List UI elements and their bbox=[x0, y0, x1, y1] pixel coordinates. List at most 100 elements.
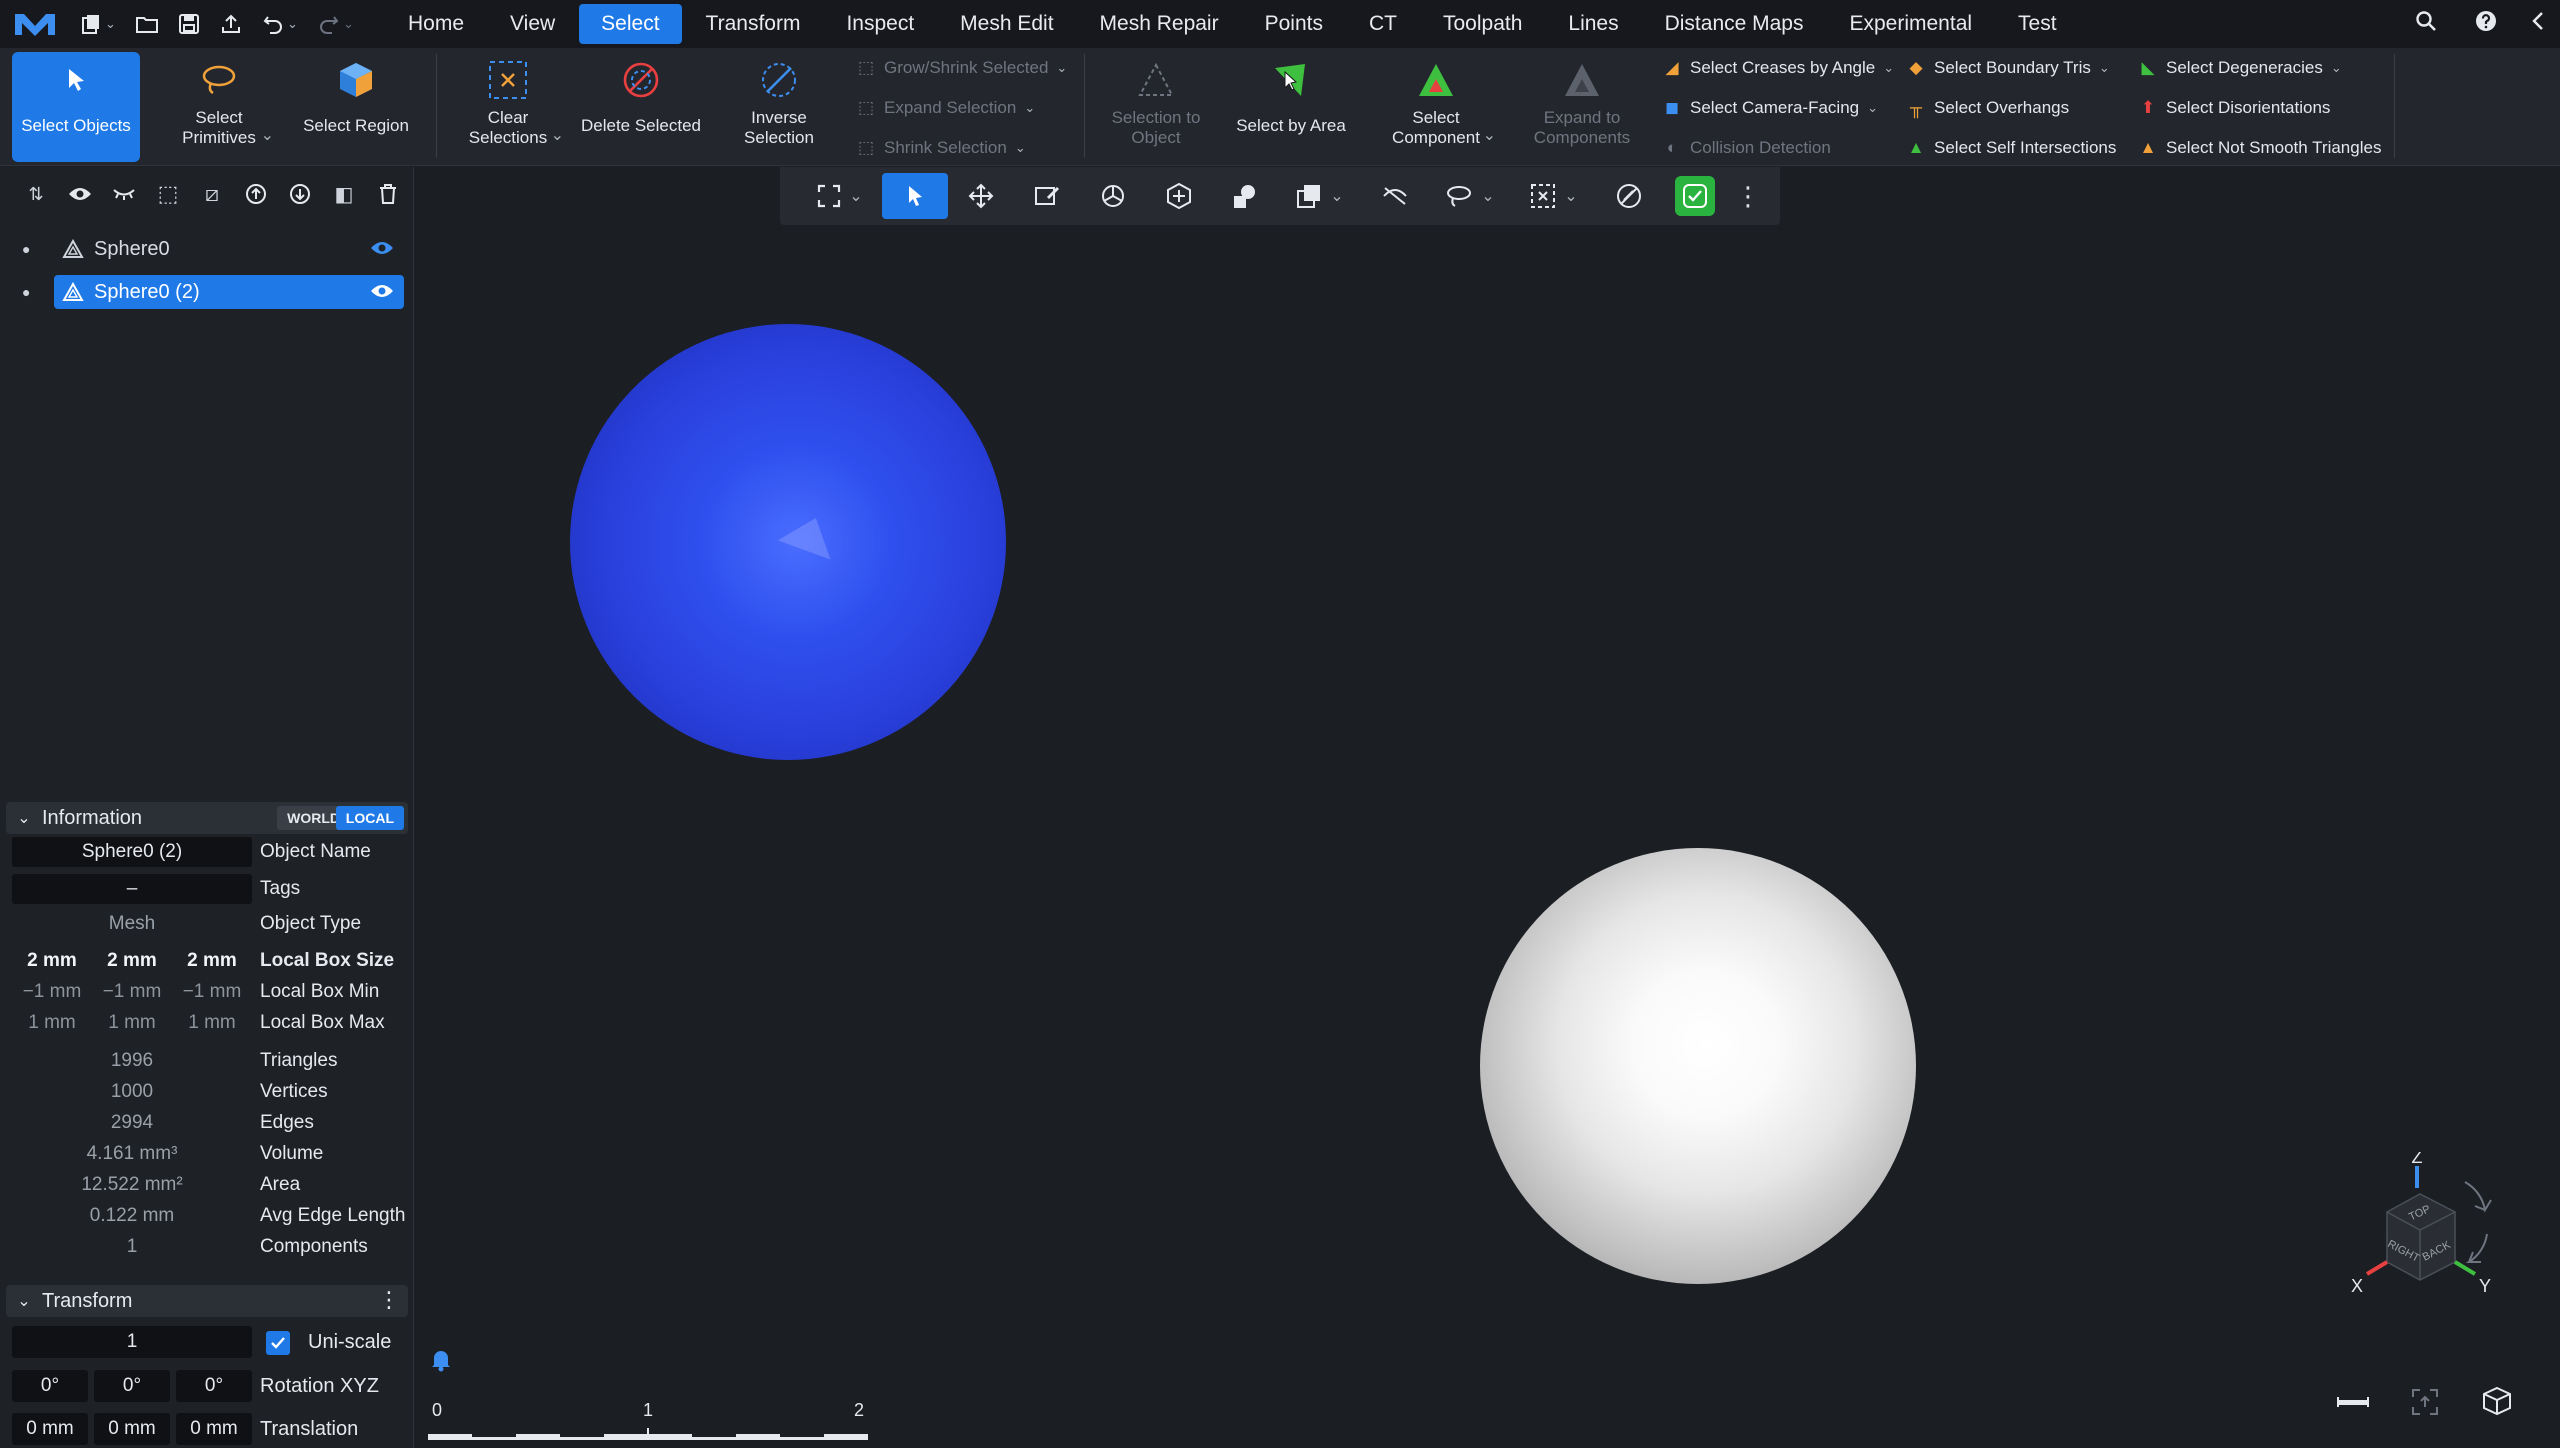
paint-select-button[interactable] bbox=[1014, 173, 1080, 219]
transform-header[interactable]: ⌄ Transform ⋮ bbox=[6, 1285, 408, 1317]
move-up-button[interactable] bbox=[234, 174, 278, 214]
translation-y-input[interactable]: 0 mm bbox=[94, 1413, 170, 1445]
visibility-eye-icon[interactable] bbox=[370, 239, 394, 262]
search-button[interactable] bbox=[2396, 10, 2456, 39]
clear-selections-button[interactable]: Clear Selections ⌄ bbox=[448, 52, 568, 162]
scene-tree-item[interactable]: ● Sphere0 (2) bbox=[0, 274, 414, 310]
hide-selected-button[interactable] bbox=[1362, 173, 1428, 219]
grow-shrink-selected-button[interactable]: ⬚ Grow/Shrink Selected ⌄ bbox=[852, 50, 1067, 86]
save-button[interactable] bbox=[168, 0, 210, 48]
redo-button[interactable]: ⌄ bbox=[308, 0, 364, 48]
select-objects-button[interactable]: Select Objects bbox=[12, 52, 140, 162]
select-not-smooth-triangles-button[interactable]: ▲ Select Not Smooth Triangles bbox=[2134, 130, 2382, 166]
menu-tab-home[interactable]: Home bbox=[386, 4, 486, 44]
menu-tab-transform[interactable]: Transform bbox=[684, 4, 823, 44]
primitive-shapes-button[interactable] bbox=[1212, 173, 1278, 219]
menu-tab-points[interactable]: Points bbox=[1243, 4, 1345, 44]
view-cube[interactable]: Z TOP RIGHT BACK X Y bbox=[2305, 1152, 2545, 1332]
select-component-button[interactable]: Select Component ⌄ bbox=[1366, 52, 1506, 162]
selection-to-object-button[interactable]: Selection to Object bbox=[1096, 52, 1216, 162]
scene-tree-row[interactable]: Sphere0 (2) bbox=[54, 275, 404, 309]
rotation-y-input[interactable]: 0° bbox=[94, 1370, 170, 1402]
clear-view-selection-button[interactable]: ⌄ bbox=[1512, 173, 1596, 219]
inverse-selection-label: Inverse Selection bbox=[744, 108, 814, 147]
move-down-button[interactable] bbox=[278, 174, 322, 214]
expand-to-components-button[interactable]: Expand to Components bbox=[1516, 52, 1648, 162]
menu-tab-mesh-repair[interactable]: Mesh Repair bbox=[1078, 4, 1241, 44]
select-primitives-button[interactable]: Select Primitives ⌄ bbox=[154, 52, 284, 162]
select-degeneracies-button[interactable]: ◣ Select Degeneracies ⌄ bbox=[2134, 50, 2341, 86]
menu-tab-select[interactable]: Select bbox=[579, 4, 682, 44]
select-self-intersections-button[interactable]: ▲ Select Self Intersections bbox=[1902, 130, 2117, 166]
menu-tab-inspect[interactable]: Inspect bbox=[824, 4, 936, 44]
3d-viewport[interactable]: Z TOP RIGHT BACK X Y bbox=[415, 167, 2560, 1448]
select-camera-facing-button[interactable]: ◼ Select Camera-Facing ⌄ bbox=[1658, 90, 1878, 126]
inverse-selection-button[interactable]: Inverse Selection bbox=[714, 52, 844, 162]
show-all-button[interactable] bbox=[58, 174, 102, 214]
no-filter-button[interactable] bbox=[1596, 173, 1662, 219]
menu-tab-mesh-edit[interactable]: Mesh Edit bbox=[938, 4, 1075, 44]
confirm-button[interactable] bbox=[1662, 173, 1728, 219]
delete-object-button[interactable] bbox=[366, 174, 410, 214]
menu-tab-view[interactable]: View bbox=[488, 4, 577, 44]
select-by-area-button[interactable]: Select by Area bbox=[1226, 52, 1356, 162]
export-button[interactable] bbox=[210, 0, 252, 48]
sphere-unselected[interactable] bbox=[1480, 848, 1916, 1284]
scene-tree-item[interactable]: ● Sphere0 bbox=[0, 231, 414, 267]
menu-tab-toolpath[interactable]: Toolpath bbox=[1421, 4, 1544, 44]
translation-z-input[interactable]: 0 mm bbox=[176, 1413, 252, 1445]
hide-all-button[interactable] bbox=[102, 174, 146, 214]
duplicate-button[interactable]: ⌄ bbox=[1278, 173, 1362, 219]
visibility-eye-icon[interactable] bbox=[370, 282, 394, 305]
orbit-button[interactable] bbox=[1080, 173, 1146, 219]
lasso-select-button[interactable]: ⌄ bbox=[1428, 173, 1512, 219]
menu-tab-test[interactable]: Test bbox=[1996, 4, 2079, 44]
scale-input[interactable]: 1 bbox=[12, 1326, 252, 1358]
expand-selection-button[interactable]: ⬚ Expand Selection ⌄ bbox=[852, 90, 1035, 126]
select-objects-label: Select Objects bbox=[21, 116, 131, 135]
triangles-label: Triangles bbox=[260, 1050, 338, 1071]
translation-x-input[interactable]: 0 mm bbox=[12, 1413, 88, 1445]
rotation-x-input[interactable]: 0° bbox=[12, 1370, 88, 1402]
help-button[interactable] bbox=[2456, 10, 2516, 39]
area-label: Area bbox=[260, 1174, 301, 1195]
uniscale-checkbox[interactable] bbox=[266, 1331, 290, 1355]
collision-detection-button[interactable]: ◐ Collision Detection bbox=[1658, 130, 1831, 166]
scene-tree-row[interactable]: Sphere0 bbox=[54, 232, 404, 266]
mirror-button[interactable]: ◧ bbox=[322, 174, 366, 214]
notifications-button[interactable] bbox=[430, 1348, 452, 1377]
object-name-input[interactable]: Sphere0 (2) bbox=[12, 837, 252, 867]
menu-tab-distance-maps[interactable]: Distance Maps bbox=[1643, 4, 1826, 44]
tags-input[interactable]: – bbox=[12, 874, 252, 904]
local-toggle[interactable]: LOCAL bbox=[335, 806, 404, 830]
snap-button[interactable] bbox=[1146, 173, 1212, 219]
more-options-icon[interactable]: ⋮ bbox=[378, 1287, 400, 1313]
app-logo[interactable] bbox=[0, 0, 70, 48]
information-header[interactable]: ⌄ Information WORLD LOCAL bbox=[6, 802, 408, 834]
select-overhangs-button[interactable]: ╥ Select Overhangs bbox=[1902, 90, 2069, 126]
fit-selection-button[interactable]: ⌄ bbox=[798, 173, 882, 219]
deselect-all-button[interactable]: ⧄ bbox=[190, 174, 234, 214]
menu-tab-ct[interactable]: CT bbox=[1347, 4, 1419, 44]
rotation-z-input[interactable]: 0° bbox=[176, 1370, 252, 1402]
select-all-button[interactable]: ⬚ bbox=[146, 174, 190, 214]
ruler-tool-button[interactable] bbox=[2333, 1387, 2373, 1417]
delete-selected-button[interactable]: Delete Selected bbox=[576, 52, 706, 162]
sort-button[interactable]: ⇅ bbox=[14, 174, 58, 214]
select-creases-by-angle-button[interactable]: ◢ Select Creases by Angle ⌄ bbox=[1658, 50, 1894, 86]
view-mode-button[interactable] bbox=[2477, 1383, 2517, 1419]
menu-tab-experimental[interactable]: Experimental bbox=[1827, 4, 1994, 44]
menu-tab-lines[interactable]: Lines bbox=[1546, 4, 1640, 44]
move-tool-button[interactable] bbox=[948, 173, 1014, 219]
undo-button[interactable]: ⌄ bbox=[252, 0, 308, 48]
collapse-ribbon-button[interactable] bbox=[2516, 10, 2560, 38]
more-options-button[interactable]: ⋮ bbox=[1728, 173, 1768, 219]
open-button[interactable] bbox=[126, 0, 168, 48]
new-scene-button[interactable]: ⌄ bbox=[70, 0, 126, 48]
select-tool-button[interactable] bbox=[882, 173, 948, 219]
select-boundary-tris-button[interactable]: ◆ Select Boundary Tris ⌄ bbox=[1902, 50, 2109, 86]
select-region-button[interactable]: Select Region bbox=[292, 52, 420, 162]
select-disorientations-button[interactable]: ⬆ Select Disorientations bbox=[2134, 90, 2331, 126]
fit-view-button[interactable] bbox=[2405, 1385, 2445, 1419]
shrink-selection-button[interactable]: ⬚ Shrink Selection ⌄ bbox=[852, 130, 1026, 166]
